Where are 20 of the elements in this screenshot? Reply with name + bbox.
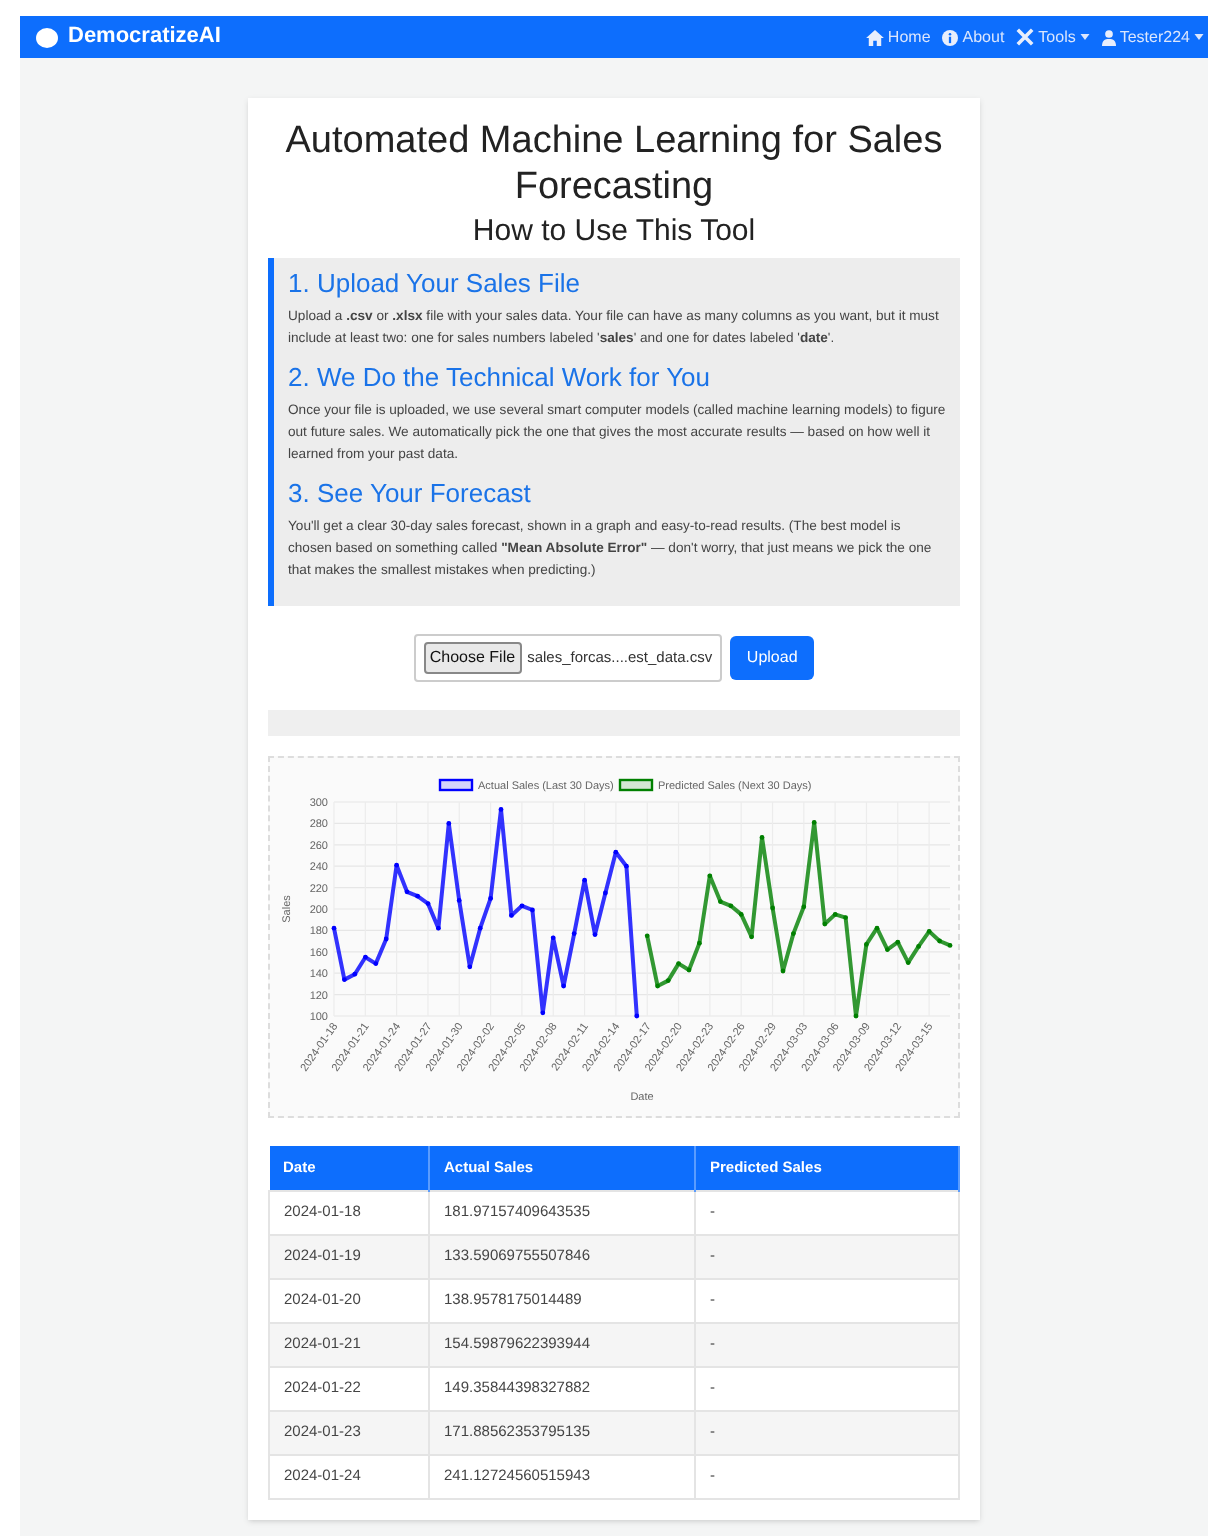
caret-icon (1194, 34, 1204, 40)
legend-swatch (438, 778, 474, 792)
step-heading: 3. See Your Forecast (288, 478, 533, 510)
legend-swatch (618, 778, 654, 792)
nav-link[interactable]: Home (865, 25, 931, 49)
caret-icon (1079, 34, 1090, 40)
page-title: Automated Machine Learning for Sales Forecasting (283, 118, 945, 210)
home-icon (865, 29, 884, 45)
info-icon (942, 29, 959, 45)
upload-button[interactable]: Upload (730, 636, 815, 680)
nav-link[interactable]: Tools (1016, 25, 1090, 49)
nav-link[interactable]: About (942, 25, 1005, 49)
brand-link[interactable]: DemocratizeAI (68, 20, 221, 54)
page-subtitle: How to Use This Tool (470, 212, 758, 250)
tools-icon (1016, 28, 1035, 46)
step-heading: 2. We Do the Technical Work for You (288, 362, 713, 394)
nav-link[interactable]: Tester224 (1101, 25, 1204, 49)
user-icon (1101, 29, 1116, 45)
choose-file-button[interactable]: Choose File (423, 642, 522, 674)
step-heading: 1. Upload Your Sales File (288, 268, 582, 300)
